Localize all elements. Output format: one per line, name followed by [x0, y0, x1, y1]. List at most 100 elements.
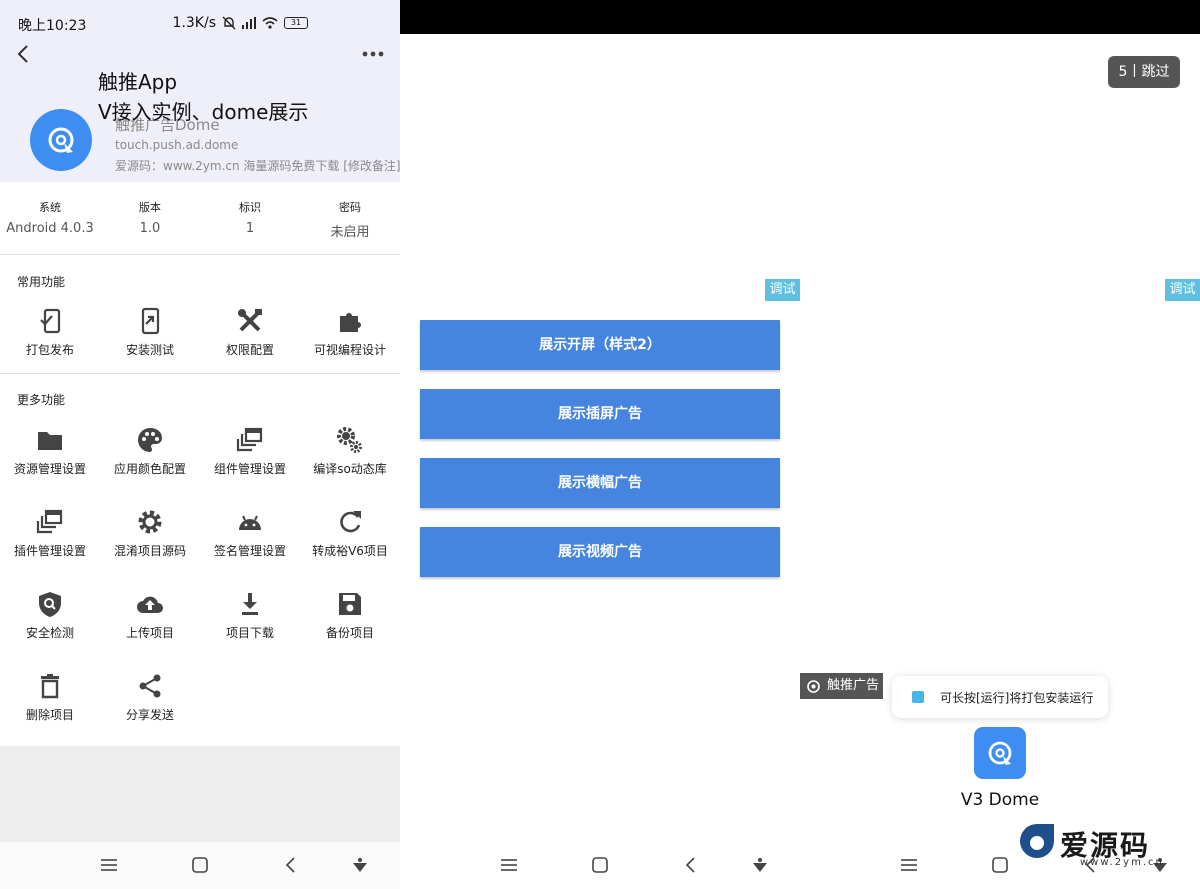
debug-badge[interactable]: 调试 [1165, 279, 1200, 301]
signal-icon [242, 17, 256, 29]
gears-icon [337, 427, 362, 453]
grid-item-delete-project[interactable]: 删除项目 [0, 672, 100, 732]
trash-icon [41, 674, 59, 699]
info-identifier: 标识 1 [200, 199, 300, 249]
grid-item-security-check[interactable]: 安全检测 [0, 590, 100, 650]
menu-icon[interactable] [98, 854, 120, 876]
grid-item-label: 删除项目 [25, 708, 74, 722]
app-note[interactable]: 爱源码：www.2ym.cn 海量源码免费下载 [修改备注] [115, 157, 400, 174]
splash-ad-panel: 5丨跳过 调试 触推广告 可长按[运行]将打包安装运行 V3 Dome 爱源码 … [800, 0, 1200, 889]
shield-icon [39, 592, 61, 617]
plugin-layers-icon [36, 509, 63, 534]
grid-item-convert-v6[interactable]: 转成裕V6项目 [300, 508, 400, 568]
grid-item-signature-manage[interactable]: 签名管理设置 [200, 508, 300, 568]
black-status-strip [400, 0, 800, 34]
android-icon [239, 515, 261, 530]
grid-item-app-color[interactable]: 应用颜色配置 [100, 426, 200, 486]
show-interstitial-ad-button[interactable]: 展示插屏广告 [420, 389, 780, 439]
grid-item-component-manage[interactable]: 组件管理设置 [200, 426, 300, 486]
show-splash-style2-button[interactable]: 展示开屏（样式2） [420, 320, 780, 370]
skip-button[interactable]: 5丨跳过 [1108, 56, 1180, 88]
section-title-more: 更多功能 [17, 393, 66, 407]
black-status-strip [800, 0, 1200, 34]
assistant-icon[interactable] [349, 854, 371, 876]
grid-item-resource-manage[interactable]: 资源管理设置 [0, 426, 100, 486]
more-options-icon[interactable] [360, 44, 386, 64]
info-label: 系统 [39, 201, 61, 214]
tools-icon [238, 309, 262, 332]
cloud-upload-icon [137, 596, 163, 613]
touch-ad-logo-icon [988, 741, 1012, 765]
mute-icon [222, 16, 236, 30]
grid-item-label: 编译so动态库 [313, 462, 387, 476]
grid-item-label: 权限配置 [225, 343, 274, 357]
system-nav-bar [400, 842, 800, 889]
grid-item-obfuscate[interactable]: 混淆项目源码 [100, 508, 200, 568]
toast-text: 可长按[运行]将打包安装运行 [940, 691, 1094, 705]
info-value: Android 4.0.3 [6, 221, 94, 236]
home-icon[interactable] [989, 854, 1011, 876]
status-bar: 晚上10:23 1.3K/s 31 [0, 0, 400, 46]
back-nav-icon[interactable] [680, 854, 702, 876]
grid-item-upload-project[interactable]: 上传项目 [100, 590, 200, 650]
back-nav-icon[interactable] [280, 854, 302, 876]
grid-item-package-publish[interactable]: 打包发布 [0, 307, 100, 367]
assistant-icon[interactable] [749, 854, 771, 876]
empty-area [0, 746, 400, 842]
touch-ad-logo-icon [48, 127, 74, 153]
download-icon [242, 593, 258, 615]
menu-icon[interactable] [898, 854, 920, 876]
network-speed: 1.3K/s [172, 15, 216, 31]
info-label: 标识 [239, 201, 261, 214]
grid-item-label: 安装测试 [125, 343, 174, 357]
wifi-icon [262, 17, 278, 29]
grid-item-label: 打包发布 [25, 343, 74, 357]
refresh-icon [340, 511, 361, 533]
grid-item-label: 签名管理设置 [213, 544, 286, 558]
touch-ad-badge: 触推广告 [800, 673, 883, 699]
grid-item-label: 混淆项目源码 [113, 544, 186, 558]
status-indicators: 1.3K/s 31 [173, 15, 308, 31]
grid-item-install-test[interactable]: 安装测试 [100, 307, 200, 367]
info-value: 未启用 [330, 225, 370, 240]
project-detail-panel: 晚上10:23 1.3K/s 31 触推广告Dome 触推App V接入实例、d… [0, 0, 400, 889]
grid-item-backup-project[interactable]: 备份项目 [300, 590, 400, 650]
folder-icon [38, 432, 62, 450]
grid-item-label: 资源管理设置 [13, 462, 86, 476]
home-icon[interactable] [189, 854, 211, 876]
project-info-row: 系统 Android 4.0.3 版本 1.0 标识 1 密码 未启用 [0, 199, 400, 249]
grid-item-permission-config[interactable]: 权限配置 [200, 307, 300, 367]
grid-item-label: 备份项目 [325, 626, 374, 640]
debug-badge[interactable]: 调试 [765, 279, 800, 301]
divider [0, 373, 400, 374]
divider [0, 254, 400, 255]
overlay-subtitle: V接入实例、dome展示 [98, 100, 309, 124]
grid-item-download-project[interactable]: 项目下载 [200, 590, 300, 650]
grid-item-label: 安全检测 [25, 626, 74, 640]
info-value: 1 [245, 221, 255, 236]
app-icon [30, 109, 92, 171]
grid-item-label: 应用颜色配置 [113, 462, 186, 476]
grid-item-label: 项目下载 [225, 626, 274, 640]
ad-demo-panel: 调试 展示开屏（样式2） 展示插屏广告 展示横幅广告 展示视频广告 [400, 0, 800, 889]
site-watermark: 爱源码 www.2ym.cn [1018, 822, 1200, 872]
grid-item-share-send[interactable]: 分享发送 [100, 672, 200, 732]
grid-item-compile-so[interactable]: 编译so动态库 [300, 426, 400, 486]
system-nav-bar [0, 842, 400, 889]
grid-item-label: 分享发送 [125, 708, 174, 722]
puzzle-icon [340, 313, 361, 332]
ad-badge-label: 触推广告 [827, 678, 880, 693]
show-video-ad-button[interactable]: 展示视频广告 [420, 527, 780, 577]
grid-item-label: 上传项目 [125, 626, 174, 640]
app-package-name: touch.push.ad.dome [115, 138, 239, 152]
grid-item-visual-programming[interactable]: 可视编程设计 [300, 307, 400, 367]
grid-item-plugin-manage[interactable]: 插件管理设置 [0, 508, 100, 568]
menu-icon[interactable] [498, 854, 520, 876]
info-version: 版本 1.0 [100, 199, 200, 249]
home-icon[interactable] [589, 854, 611, 876]
save-icon [339, 593, 361, 615]
back-button[interactable] [12, 42, 34, 66]
show-banner-ad-button[interactable]: 展示横幅广告 [420, 458, 780, 508]
section-title-common: 常用功能 [17, 275, 66, 289]
watermark-url: www.2ym.cn [1080, 857, 1164, 868]
